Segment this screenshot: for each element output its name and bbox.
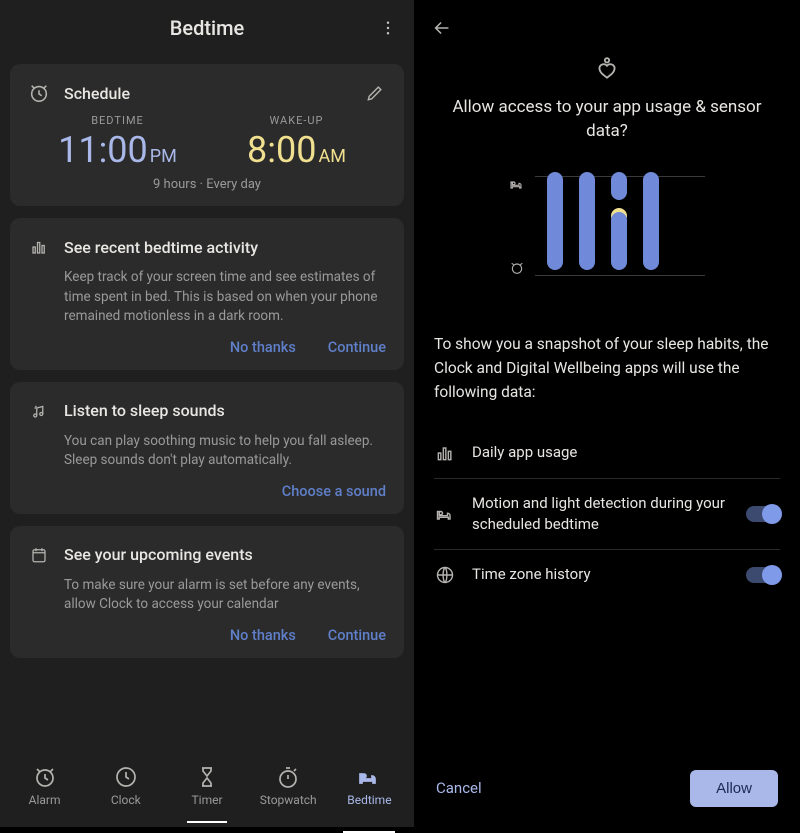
wake-value: 8:00AM	[207, 129, 386, 171]
alarm-icon	[33, 765, 57, 789]
sleep-chart	[509, 172, 705, 292]
arrow-left-icon	[431, 17, 453, 39]
timezone-toggle[interactable]	[746, 567, 780, 583]
dialog-footer: Cancel Allow	[414, 749, 800, 827]
back-button[interactable]	[426, 12, 458, 44]
hourglass-icon	[195, 765, 219, 789]
sounds-title: Listen to sleep sounds	[64, 401, 386, 420]
sounds-card: Listen to sleep sounds You can play soot…	[10, 382, 404, 514]
bedtime-screen: Bedtime Schedule BEDTIME	[0, 0, 414, 827]
header: Bedtime	[0, 0, 414, 56]
alarm-icon	[509, 260, 525, 280]
dialog-title: Allow access to your app usage & sensor …	[434, 96, 780, 144]
wakeup-column[interactable]: WAKE-UP 8:00AM	[207, 114, 386, 171]
activity-body: Keep track of your screen time and see e…	[64, 268, 386, 327]
bedtime-value: 11:00PM	[28, 129, 207, 171]
clock-icon	[114, 765, 138, 789]
calendar-icon	[28, 544, 50, 566]
nav-bedtime[interactable]: Bedtime	[329, 765, 410, 827]
cancel-button[interactable]: Cancel	[436, 779, 482, 797]
events-no-thanks-button[interactable]: No thanks	[230, 627, 296, 644]
pencil-icon	[365, 83, 385, 103]
wellbeing-icon	[594, 56, 620, 86]
schedule-heading: Schedule	[64, 84, 130, 103]
item-motion: Motion and light detection during your s…	[434, 478, 780, 549]
events-body: To make sure your alarm is set before an…	[64, 576, 386, 615]
choose-sound-button[interactable]: Choose a sound	[282, 483, 386, 500]
bottom-nav: Alarm Clock Timer Stopwatch Bedtime	[0, 759, 414, 827]
activity-title: See recent bedtime activity	[64, 238, 386, 257]
data-list: Daily app usage Motion and light detecti…	[434, 428, 780, 600]
edit-button[interactable]	[364, 82, 386, 104]
motion-toggle[interactable]	[746, 506, 780, 522]
nav-stopwatch[interactable]: Stopwatch	[248, 765, 329, 827]
more-vert-icon	[379, 19, 397, 37]
permission-dialog: Allow access to your app usage & sensor …	[414, 0, 800, 827]
activity-continue-button[interactable]: Continue	[328, 339, 386, 356]
allow-button[interactable]: Allow	[690, 770, 778, 807]
bedtime-column[interactable]: BEDTIME 11:00PM	[28, 114, 207, 171]
dialog-header	[414, 0, 800, 56]
events-title: See your upcoming events	[64, 545, 386, 564]
bed-icon	[434, 503, 456, 525]
bed-icon	[509, 176, 525, 196]
nav-clock[interactable]: Clock	[85, 765, 166, 827]
bar-chart-icon	[434, 442, 456, 464]
globe-icon	[434, 564, 456, 586]
item-usage: Daily app usage	[434, 428, 780, 478]
stopwatch-icon	[276, 765, 300, 789]
cards-scroll[interactable]: Schedule BEDTIME 11:00PM WAKE-UP 8:00AM …	[0, 56, 414, 759]
nav-timer[interactable]: Timer	[166, 765, 247, 827]
sounds-body: You can play soothing music to help you …	[64, 432, 386, 471]
events-card: See your upcoming events To make sure yo…	[10, 526, 404, 658]
wake-label: WAKE-UP	[207, 114, 386, 127]
schedule-card: Schedule BEDTIME 11:00PM WAKE-UP 8:00AM …	[10, 64, 404, 206]
page-title: Bedtime	[170, 16, 245, 40]
bedtime-label: BEDTIME	[28, 114, 207, 127]
bed-icon	[357, 765, 381, 789]
activity-card: See recent bedtime activity Keep track o…	[10, 218, 404, 370]
dialog-description: To show you a snapshot of your sleep hab…	[434, 332, 780, 404]
bar-chart-icon	[28, 236, 50, 258]
nav-alarm[interactable]: Alarm	[4, 765, 85, 827]
more-menu-button[interactable]	[374, 14, 402, 42]
music-note-icon	[28, 400, 50, 422]
events-continue-button[interactable]: Continue	[328, 627, 386, 644]
item-timezone: Time zone history	[434, 549, 780, 600]
schedule-subtitle: 9 hours · Every day	[28, 177, 386, 192]
alarm-icon	[28, 82, 50, 104]
activity-no-thanks-button[interactable]: No thanks	[230, 339, 296, 356]
